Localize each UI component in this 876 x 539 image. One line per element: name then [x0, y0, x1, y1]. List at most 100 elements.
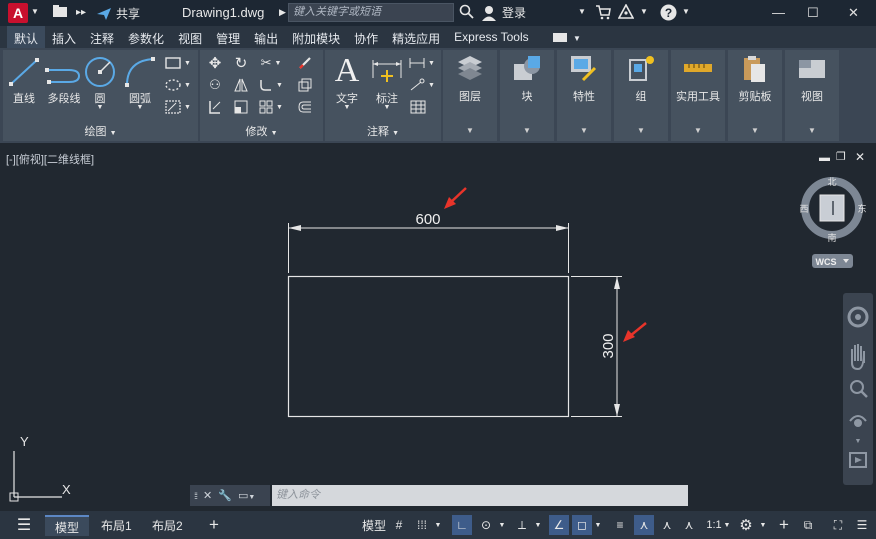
panel-layers[interactable]: 图层 ▼ [443, 50, 497, 141]
polyline-tool-button[interactable] [43, 54, 83, 90]
tab-collaborate[interactable]: 协作 [347, 26, 385, 48]
menu-hamburger-icon[interactable]: ☰ [14, 515, 34, 535]
linear-dimension-icon[interactable]: ▼ [407, 54, 437, 72]
annotation-monitor-icon[interactable]: + [774, 515, 794, 535]
drawing-canvas[interactable]: [-][俯视][二维线框] ▬ ❐ ✕ 600 300 Y X 北 南 东 西 … [0, 143, 876, 511]
wcs-menu[interactable]: WCS [812, 254, 853, 268]
layout-tab-layout1[interactable]: 布局1 [91, 515, 142, 536]
text-tool-icon[interactable]: A [331, 52, 363, 90]
panel-block[interactable]: 块 ▼ [500, 50, 554, 141]
app-menu-dropdown-icon[interactable]: ▼ [31, 7, 39, 16]
showmotion-icon[interactable] [849, 452, 867, 468]
polar-dropdown-icon[interactable]: ▼ [497, 515, 507, 535]
add-layout-icon[interactable]: + [204, 515, 224, 535]
rectangle-tool-button[interactable]: ▼ [163, 54, 193, 72]
gradient-tool-button[interactable]: ▼ [163, 98, 193, 116]
command-close-icon[interactable]: ✕ [203, 489, 212, 502]
arc-dropdown-icon[interactable]: ▼ [121, 104, 159, 111]
auto-scale-icon[interactable]: ⋏ [657, 515, 677, 535]
tab-featured-apps[interactable]: 精选应用 [385, 26, 447, 48]
more-tools-icon[interactable]: ▸▸ [76, 7, 86, 18]
isodraft-icon[interactable]: ⟂ [512, 515, 532, 535]
viewcube[interactable]: 北 南 东 西 [799, 177, 867, 243]
move-icon[interactable]: ✥ [204, 54, 226, 72]
autocad-logo[interactable]: A [8, 3, 28, 23]
tab-annotate[interactable]: 注释 [83, 26, 121, 48]
ribbon-display-toggle[interactable]: ▼ [546, 26, 588, 48]
modify-group-label[interactable]: 修改 ▼ [200, 123, 323, 139]
snap-dropdown-icon[interactable]: ▼ [433, 515, 443, 535]
copy-icon[interactable]: ⚇ [204, 76, 226, 94]
object-snap-icon[interactable]: ◻ [572, 515, 592, 535]
autodesk-app-icon[interactable] [618, 4, 634, 20]
customize-status-icon[interactable]: ☰ [852, 515, 872, 535]
login-button[interactable]: 登录 [481, 4, 526, 21]
scale-dropdown-icon[interactable]: ▼ [722, 515, 732, 535]
drawn-rectangle[interactable] [287, 275, 570, 418]
steering-wheel-icon[interactable] [847, 306, 869, 328]
command-line-grip-icon[interactable]: ⁞⁞ [194, 491, 198, 501]
workspace-gear-icon[interactable]: ⚙ [736, 515, 756, 535]
explode-icon[interactable] [294, 76, 316, 94]
workspace-dropdown-icon[interactable]: ▼ [758, 515, 768, 535]
array-icon[interactable]: ▼ [256, 98, 286, 116]
object-snap-tracking-icon[interactable]: ∠ [549, 515, 569, 535]
hatch-tool-button[interactable]: ▼ [163, 76, 193, 94]
tab-home[interactable]: 默认 [7, 26, 46, 48]
layout-tab-model[interactable]: 模型 [45, 515, 90, 536]
stretch-icon[interactable] [204, 98, 226, 116]
draw-group-label[interactable]: 绘图 ▼ [3, 123, 198, 139]
circle-tool-button[interactable] [83, 54, 117, 90]
offset-icon[interactable] [294, 98, 316, 116]
zoom-extents-icon[interactable] [850, 380, 868, 398]
dimension-dropdown-icon[interactable]: ▼ [369, 104, 405, 111]
command-customize-icon[interactable]: 🔧 [218, 489, 232, 502]
annotation-group-label[interactable]: 注释 ▼ [325, 123, 441, 139]
expand-search-icon[interactable]: ▶ [279, 7, 286, 18]
share-button[interactable]: 共享 [96, 5, 140, 22]
scale-icon[interactable] [230, 98, 252, 116]
panel-clipboard[interactable]: 剪贴板 ▼ [728, 50, 782, 141]
folder-icon[interactable] [52, 4, 70, 20]
dimension-tool-icon[interactable] [369, 54, 405, 90]
panel-groups[interactable]: 组 ▼ [614, 50, 668, 141]
arc-tool-button[interactable] [121, 54, 159, 90]
layout-tab-layout2[interactable]: 布局2 [142, 515, 193, 536]
leader-icon[interactable]: ▼ [407, 76, 437, 94]
fullscreen-icon[interactable]: ⛶ [828, 515, 848, 535]
apps-dropdown-icon[interactable]: ▼ [640, 7, 648, 16]
circle-dropdown-icon[interactable]: ▼ [83, 104, 117, 111]
isolate-objects-icon[interactable]: ⧉ [798, 515, 818, 535]
snap-icon[interactable]: ⁞⁞⁞ [412, 515, 432, 535]
minimize-icon[interactable]: — [772, 5, 785, 20]
pan-hand-icon[interactable] [851, 344, 865, 371]
model-space-button[interactable]: 模型 [356, 515, 392, 536]
panel-utilities[interactable]: 实用工具 ▼ [671, 50, 725, 141]
annotation-scale-icon[interactable]: ⋏ [679, 515, 699, 535]
help-icon[interactable]: ? [660, 4, 677, 21]
search-icon[interactable] [459, 4, 475, 20]
orbit-dropdown-icon[interactable]: ▼ [855, 438, 862, 445]
trim-icon[interactable]: ✂ ▼ [256, 54, 286, 72]
object-snap-dropdown-icon[interactable]: ▼ [593, 515, 603, 535]
command-input[interactable]: 键入命令 [272, 485, 688, 506]
erase-icon[interactable] [294, 54, 316, 72]
line-tool-button[interactable] [7, 54, 41, 90]
panel-properties[interactable]: 特性 ▼ [557, 50, 611, 141]
cart-icon[interactable] [595, 4, 611, 20]
fillet-icon[interactable]: ▼ [256, 76, 286, 94]
panel-view[interactable]: 视图 ▼ [785, 50, 839, 141]
mirror-icon[interactable] [230, 76, 252, 94]
polar-tracking-icon[interactable]: ⊙ [476, 515, 496, 535]
tab-output[interactable]: 输出 [247, 26, 285, 48]
tab-view[interactable]: 视图 [171, 26, 209, 48]
rotate-icon[interactable]: ↻ [230, 54, 252, 72]
tab-express-tools[interactable]: Express Tools [447, 26, 535, 48]
text-dropdown-icon[interactable]: ▼ [331, 104, 363, 111]
lineweight-icon[interactable]: ≡ [610, 515, 630, 535]
annotation-visibility-icon[interactable]: ⋏ [634, 515, 654, 535]
orbit-icon[interactable] [849, 415, 867, 427]
command-history-icon[interactable]: ▭▼ [238, 489, 255, 502]
help-dropdown-icon[interactable]: ▼ [682, 7, 690, 16]
login-dropdown-icon[interactable]: ▼ [578, 7, 586, 16]
